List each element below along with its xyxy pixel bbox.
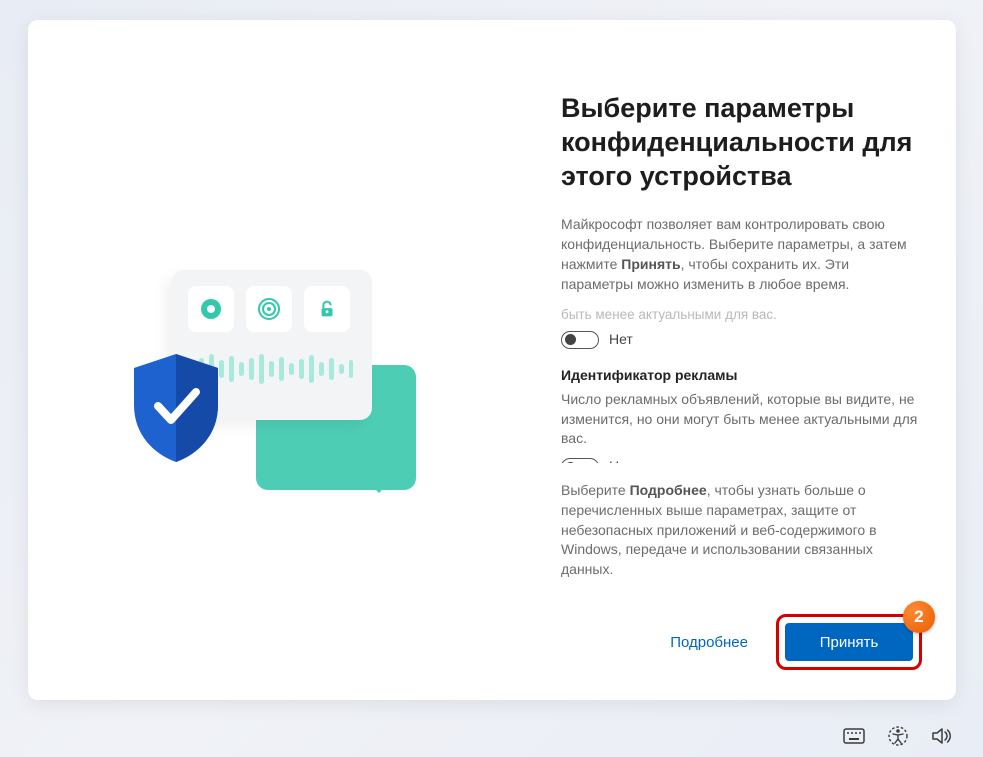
- previous-setting-tail: быть менее актуальными для вас.: [561, 305, 920, 324]
- shield-check-icon: [126, 350, 226, 465]
- advertising-id-title: Идентификатор рекламы: [561, 366, 920, 386]
- footer-text: Выберите Подробнее, чтобы узнать больше …: [561, 481, 920, 580]
- oobe-window: Выберите параметры конфиденциальности дл…: [28, 20, 956, 700]
- privacy-illustration: [136, 270, 426, 490]
- toggle-row-prev: Нет: [561, 330, 920, 350]
- settings-scroll-area[interactable]: быть менее актуальными для вас. Нет Иден…: [561, 305, 920, 463]
- toggle-label: Нет: [609, 457, 633, 462]
- intro-bold: Принять: [621, 256, 680, 272]
- location-pin-icon: [188, 286, 234, 332]
- accept-button[interactable]: Принять: [785, 623, 913, 661]
- toggle-row-advertising: Нет: [561, 457, 920, 462]
- footer-pre: Выберите: [561, 482, 630, 498]
- step-badge: 2: [903, 601, 935, 633]
- intro-text: Майкрософт позволяет вам контролировать …: [561, 215, 920, 295]
- unlock-icon: [304, 286, 350, 332]
- keyboard-icon[interactable]: [843, 725, 865, 747]
- volume-icon[interactable]: [931, 725, 953, 747]
- learn-more-button[interactable]: Подробнее: [666, 628, 752, 657]
- footer-bold: Подробнее: [630, 482, 707, 498]
- advertising-id-desc: Число рекламных объявлений, которые вы в…: [561, 390, 920, 450]
- system-tray: [843, 725, 953, 747]
- accessibility-icon[interactable]: [887, 725, 909, 747]
- accept-highlight: Принять 2: [776, 614, 922, 670]
- content-pane: Выберите параметры конфиденциальности дл…: [533, 20, 956, 700]
- page-title: Выберите параметры конфиденциальности дл…: [561, 92, 920, 193]
- advertising-id-toggle[interactable]: [561, 458, 599, 463]
- button-row: Подробнее Принять 2: [666, 614, 922, 670]
- toggle-switch-off[interactable]: [561, 331, 599, 349]
- toggle-label: Нет: [609, 330, 633, 350]
- fingerprint-icon: [246, 286, 292, 332]
- illustration-pane: [28, 20, 533, 700]
